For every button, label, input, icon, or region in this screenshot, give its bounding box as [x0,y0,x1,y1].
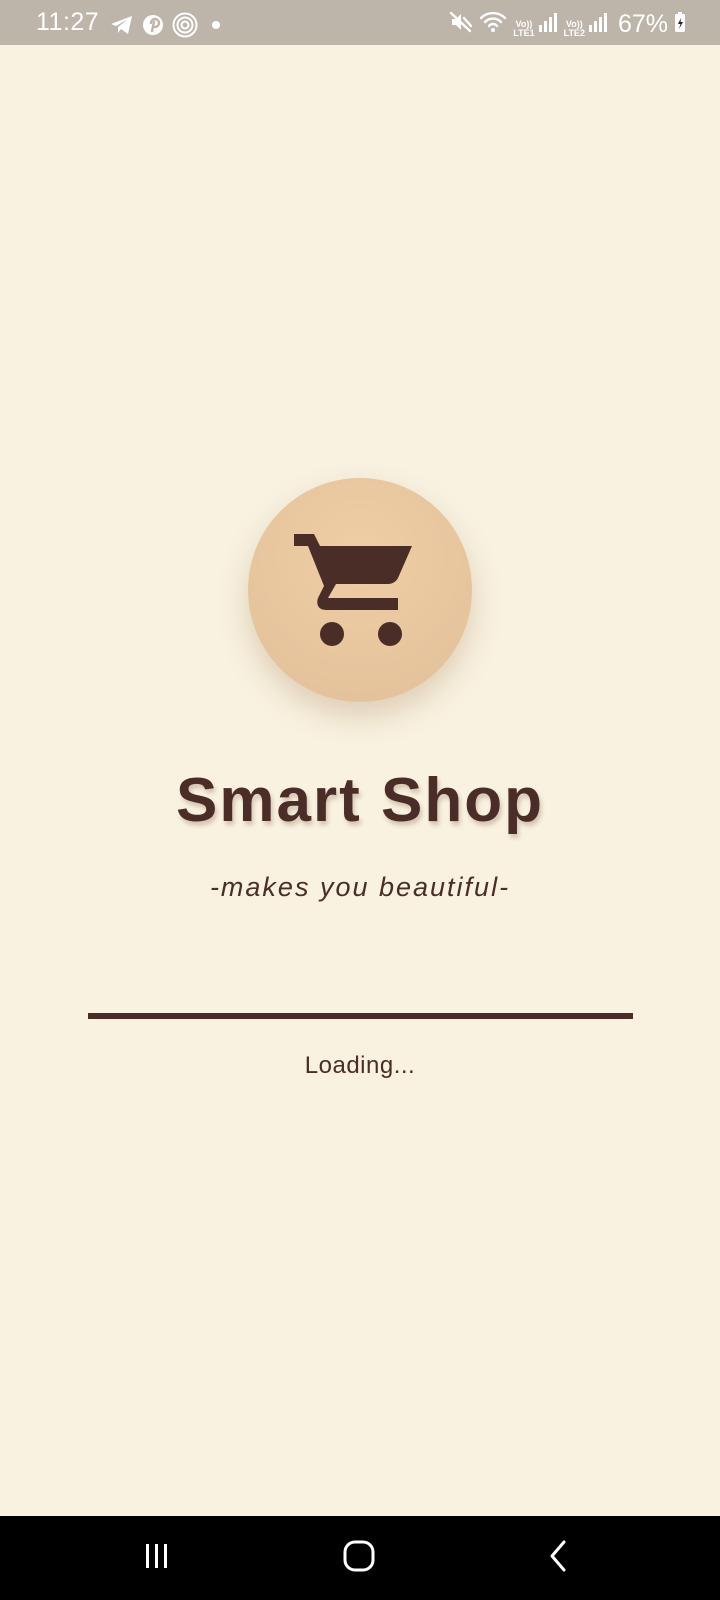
lte-label: LTE2 [563,28,585,38]
fingerprint-icon [172,12,198,38]
lte-label: LTE1 [513,28,535,38]
status-time: 11:27 [36,8,100,36]
status-system-icons: Vo)) LTE1 Vo)) LTE2 67% [449,10,686,39]
navigation-bar [0,1516,720,1600]
sim1-signal: Vo)) LTE1 [513,11,557,38]
status-bar: 11:27 Vo)) LTE1 Vo)) LTE2 67% [0,0,720,45]
sim2-signal: Vo)) LTE2 [564,11,608,38]
wifi-icon [479,10,507,39]
loading-text: Loading... [304,1052,416,1079]
home-button[interactable] [334,1538,384,1578]
app-tagline: -makes you beautiful- [209,872,511,902]
loading-progress-fill [88,1013,633,1019]
recent-apps-button[interactable] [132,1538,182,1578]
status-notification-icons [110,12,226,38]
app-title: Smart Shop [176,766,544,835]
battery-icon [674,11,686,38]
app-logo [248,478,472,702]
telegram-icon [110,14,134,36]
battery-percentage: 67% [617,10,668,38]
signal-icon [588,11,608,38]
signal-icon [538,11,558,38]
home-icon [342,1539,376,1578]
dot-icon [206,15,226,35]
back-icon [544,1539,574,1578]
mute-icon [449,10,473,39]
loading-progress-bar [88,1013,633,1019]
back-button[interactable] [534,1538,584,1578]
pinterest-icon [142,14,164,36]
recent-apps-icon [142,1541,172,1576]
